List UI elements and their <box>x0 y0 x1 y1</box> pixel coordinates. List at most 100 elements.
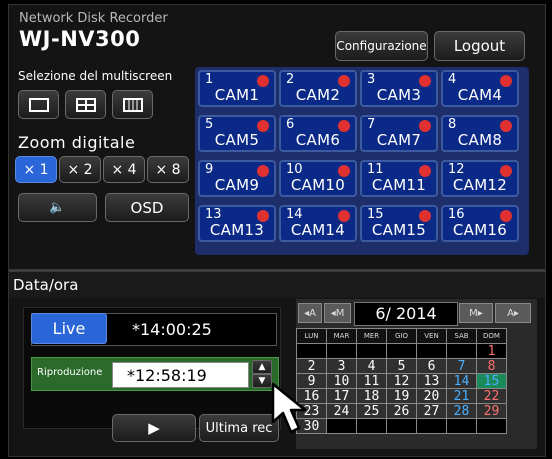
calendar-day[interactable]: 1 <box>476 343 507 359</box>
calendar-day[interactable]: 2 <box>296 358 327 374</box>
camera-name: CAM10 <box>290 176 346 194</box>
camera-button-6[interactable]: 6 CAM6 <box>279 115 357 152</box>
zoom-title: Zoom digitale <box>18 133 136 152</box>
camera-number: 8 <box>448 117 457 132</box>
calendar-day[interactable]: 19 <box>386 388 417 404</box>
time-down-button[interactable]: ▼ <box>252 374 272 388</box>
calendar-empty <box>446 418 477 434</box>
camera-button-14[interactable]: 14 CAM14 <box>279 205 357 242</box>
camera-number: 13 <box>205 207 222 222</box>
zoom-x2-button[interactable]: × 2 <box>59 156 101 183</box>
camera-number: 10 <box>286 162 303 177</box>
calendar-empty <box>476 418 507 434</box>
next-month-button[interactable]: M▸ <box>459 303 493 323</box>
calendar-empty <box>386 418 417 434</box>
camera-button-3[interactable]: 3 CAM3 <box>360 70 438 107</box>
camera-name: CAM8 <box>457 131 503 149</box>
calendar-day[interactable]: 20 <box>416 388 447 404</box>
prev-month-button[interactable]: ◂M <box>324 303 351 323</box>
playback-time-field[interactable]: *12:58:19 <box>112 362 249 388</box>
calendar-day[interactable]: 10 <box>326 373 357 389</box>
camera-button-10[interactable]: 10 CAM10 <box>279 160 357 197</box>
calendar-day[interactable]: 7 <box>446 358 477 374</box>
camera-button-7[interactable]: 7 CAM7 <box>360 115 438 152</box>
zoom-x1-button[interactable]: × 1 <box>15 156 57 183</box>
camera-number: 6 <box>286 117 295 132</box>
camera-button-13[interactable]: 13 CAM13 <box>198 205 276 242</box>
camera-button-8[interactable]: 8 CAM8 <box>441 115 519 152</box>
camera-name: CAM4 <box>457 86 503 104</box>
camera-number: 14 <box>286 207 303 222</box>
calendar-day[interactable]: 13 <box>416 373 447 389</box>
calendar-week: 1 <box>296 343 507 359</box>
product-subtitle: Network Disk Recorder <box>19 11 168 26</box>
playback-label: Riproduzione <box>37 367 103 378</box>
camera-button-4[interactable]: 4 CAM4 <box>441 70 519 107</box>
calendar-day[interactable]: 27 <box>416 403 447 419</box>
calendar-day[interactable]: 11 <box>356 373 387 389</box>
playback-time: *12:58:19 <box>127 366 207 385</box>
play-button[interactable]: ▶ <box>112 414 196 442</box>
camera-name: CAM16 <box>452 221 508 239</box>
calendar-day-today[interactable]: 15 <box>476 373 507 389</box>
camera-number: 9 <box>205 162 214 177</box>
logout-button[interactable]: Logout <box>434 31 525 61</box>
arrow-up-icon: ▲ <box>258 362 266 372</box>
weekday-sun: DOM <box>476 328 507 344</box>
recorder-window: Network Disk Recorder WJ-NV300 Configura… <box>8 4 546 457</box>
camera-button-15[interactable]: 15 CAM15 <box>360 205 438 242</box>
calendar-day[interactable]: 12 <box>386 373 417 389</box>
camera-name: CAM2 <box>295 86 341 104</box>
camera-button-11[interactable]: 11 CAM11 <box>360 160 438 197</box>
osd-button[interactable]: OSD <box>105 193 189 222</box>
configuration-button[interactable]: Configurazione <box>335 31 428 61</box>
camera-button-9[interactable]: 9 CAM9 <box>198 160 276 197</box>
calendar-day[interactable]: 28 <box>446 403 477 419</box>
live-button[interactable]: Live <box>31 313 107 344</box>
camera-button-2[interactable]: 2 CAM2 <box>279 70 357 107</box>
camera-button-1[interactable]: 1 CAM1 <box>198 70 276 107</box>
multiscreen-title: Selezione del multiscreen <box>18 69 173 83</box>
camera-name: CAM7 <box>376 131 422 149</box>
calendar-empty <box>296 343 327 359</box>
mouse-cursor-icon <box>271 382 307 434</box>
calendar-day[interactable]: 17 <box>326 388 357 404</box>
last-recording-button[interactable]: Ultima rec <box>199 414 279 442</box>
calendar-day[interactable]: 3 <box>326 358 357 374</box>
next-year-button[interactable]: A▸ <box>495 303 531 323</box>
camera-name: CAM15 <box>371 221 427 239</box>
camera-number: 15 <box>367 207 384 222</box>
camera-name: CAM6 <box>295 131 341 149</box>
calendar-day[interactable]: 18 <box>356 388 387 404</box>
calendar-day[interactable]: 22 <box>476 388 507 404</box>
calendar-day[interactable]: 21 <box>446 388 477 404</box>
quad-screen-button[interactable] <box>65 90 106 119</box>
calendar-empty <box>416 343 447 359</box>
camera-button-5[interactable]: 5 CAM5 <box>198 115 276 152</box>
calendar-day[interactable]: 25 <box>356 403 387 419</box>
time-up-button[interactable]: ▲ <box>252 360 272 374</box>
calendar-day[interactable]: 29 <box>476 403 507 419</box>
single-screen-button[interactable] <box>18 90 59 119</box>
camera-number: 11 <box>367 162 384 177</box>
sixteen-screen-button[interactable] <box>112 90 153 119</box>
camera-number: 3 <box>367 72 376 87</box>
calendar-day[interactable]: 26 <box>386 403 417 419</box>
calendar-week: 23 24 25 26 27 28 29 <box>296 403 507 419</box>
calendar-day[interactable]: 14 <box>446 373 477 389</box>
sixteen-screen-icon <box>122 97 143 112</box>
calendar-day[interactable]: 4 <box>356 358 387 374</box>
calendar-day[interactable]: 5 <box>386 358 417 374</box>
calendar-day[interactable]: 6 <box>416 358 447 374</box>
datetime-section-bar: Data/ora <box>9 269 545 298</box>
prev-year-button[interactable]: ◂A <box>298 303 322 323</box>
camera-button-16[interactable]: 16 CAM16 <box>441 205 519 242</box>
audio-button[interactable]: 🔈 <box>18 193 97 222</box>
zoom-x4-button[interactable]: × 4 <box>103 156 145 183</box>
camera-button-12[interactable]: 12 CAM12 <box>441 160 519 197</box>
weekday-sat: SAB <box>446 328 477 344</box>
camera-name: CAM9 <box>214 176 260 194</box>
calendar-day[interactable]: 24 <box>326 403 357 419</box>
zoom-x8-button[interactable]: × 8 <box>147 156 189 183</box>
calendar-day[interactable]: 8 <box>476 358 507 374</box>
